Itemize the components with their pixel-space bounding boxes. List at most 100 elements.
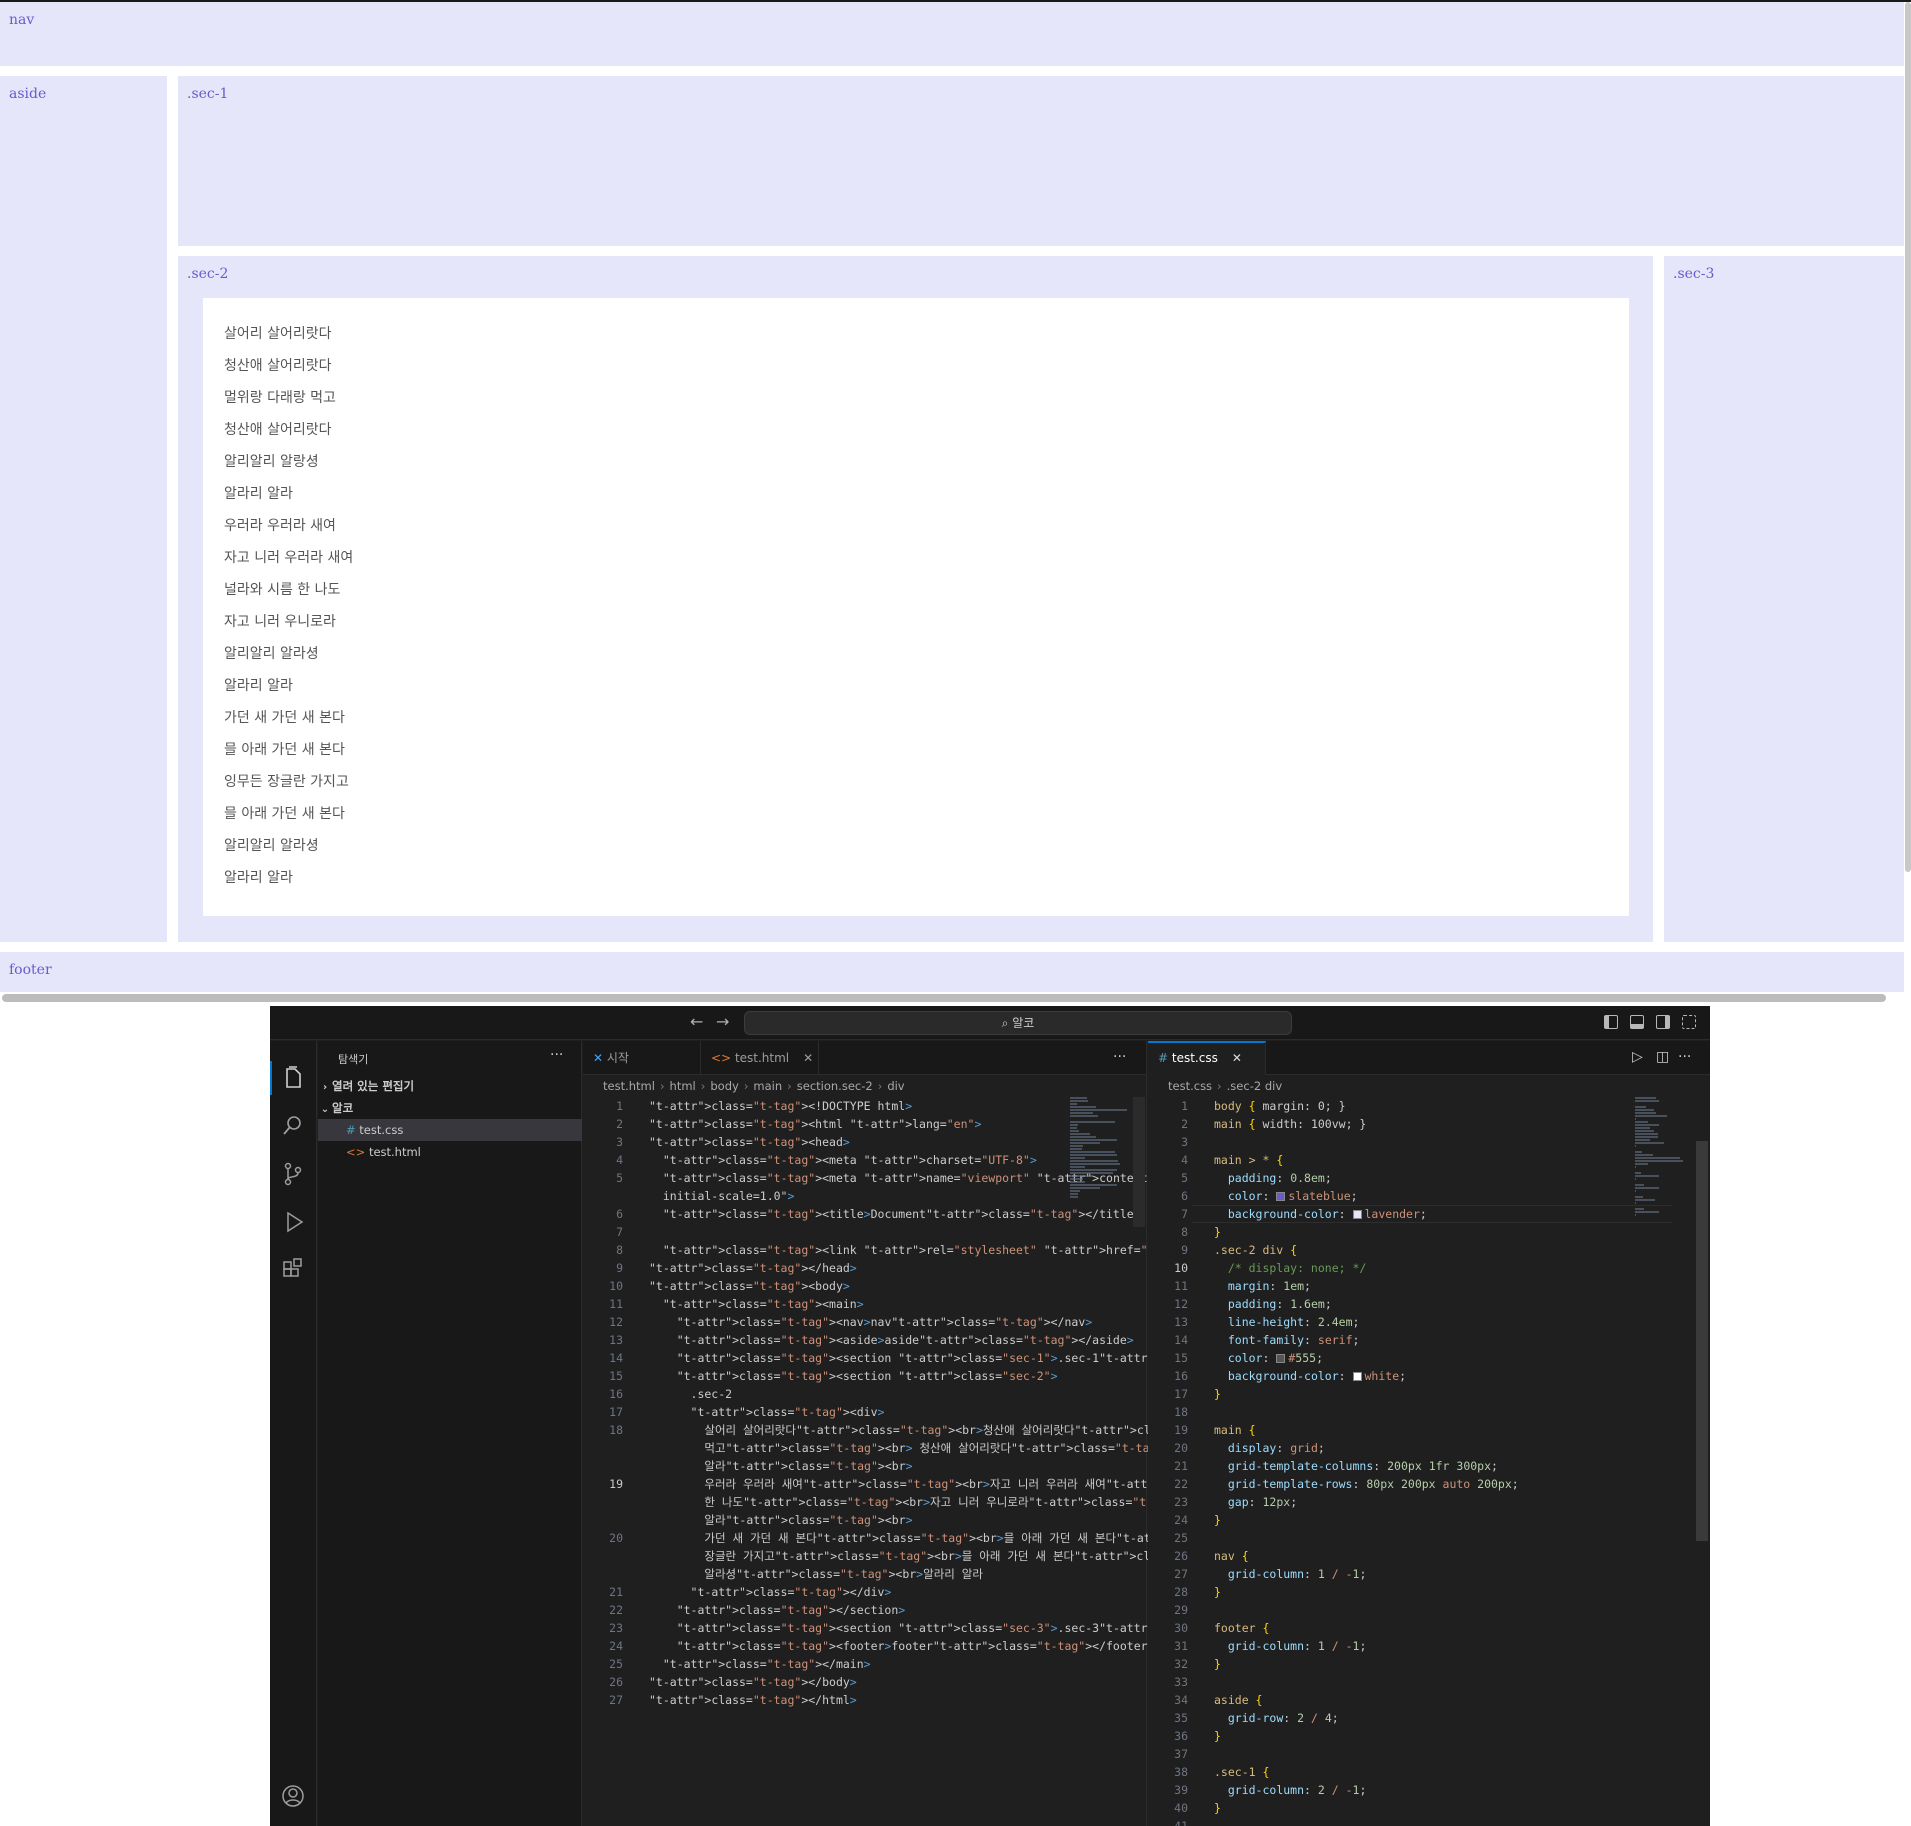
code-line[interactable]: }	[1214, 1727, 1221, 1745]
code-line[interactable]: "t-attr">class="t-tag"><aside>aside"t-at…	[649, 1331, 1134, 1349]
code-line[interactable]: main { width: 100vw; }	[1214, 1115, 1366, 1133]
code-line[interactable]: main > * {	[1214, 1151, 1283, 1169]
command-center-search[interactable]: ⌕ 알코	[744, 1011, 1292, 1035]
code-line[interactable]: font-family: serif;	[1214, 1331, 1360, 1349]
vertical-scrollbar[interactable]	[1905, 2, 1911, 872]
breadcrumb[interactable]: test.css › .sec-2 div	[1148, 1075, 1710, 1097]
more-icon[interactable]: ···	[550, 1047, 563, 1063]
code-line[interactable]: "t-attr">class="t-tag"></head>	[649, 1259, 857, 1277]
code-line[interactable]: aside {	[1214, 1691, 1262, 1709]
tab-welcome[interactable]: ✕ 시작	[583, 1041, 701, 1075]
code-line[interactable]: margin: 1em;	[1214, 1277, 1311, 1295]
code-line[interactable]: line-height: 2.4em;	[1214, 1313, 1360, 1331]
code-line[interactable]: "t-attr">class="t-tag"><head>	[649, 1133, 850, 1151]
code-line[interactable]: gap: 12px;	[1214, 1493, 1297, 1511]
breadcrumb-item[interactable]: html	[670, 1079, 696, 1093]
code-line[interactable]: }	[1214, 1655, 1221, 1673]
code-line[interactable]: 알라셩"t-attr">class="t-tag"><br>알라리 알라	[649, 1565, 983, 1583]
toggle-primary-sidebar-icon[interactable]	[1604, 1015, 1618, 1029]
file-test-html[interactable]: <> test.html	[318, 1141, 582, 1163]
open-editors-section[interactable]: › 열려 있는 편집기	[318, 1075, 582, 1097]
code-line[interactable]: grid-row: 2 / 4;	[1214, 1709, 1339, 1727]
code-line[interactable]: }	[1214, 1385, 1221, 1403]
code-line[interactable]: "t-attr">class="t-tag"></div>	[649, 1583, 892, 1601]
code-line[interactable]: "t-attr">class="t-tag"><title>Document"t…	[649, 1205, 1141, 1223]
customize-layout-icon[interactable]	[1682, 1015, 1696, 1029]
code-line[interactable]: }	[1214, 1511, 1221, 1529]
more-icon[interactable]: ···	[1113, 1049, 1126, 1065]
code-line[interactable]: "t-attr">class="t-tag"></body>	[649, 1673, 857, 1691]
tab-test-html[interactable]: <> test.html ✕	[701, 1041, 819, 1075]
breadcrumb-item[interactable]: main	[753, 1079, 782, 1093]
code-line[interactable]: }	[1214, 1799, 1221, 1817]
code-line[interactable]: initial-scale=1.0">	[649, 1187, 795, 1205]
code-line[interactable]: "t-attr">class="t-tag"></main>	[649, 1655, 871, 1673]
run-debug-icon[interactable]	[278, 1207, 308, 1237]
code-line[interactable]: grid-column: 2 / -1;	[1214, 1781, 1367, 1799]
code-line[interactable]: "t-attr">class="t-tag"><meta "t-attr">ch…	[649, 1151, 1037, 1169]
toggle-secondary-sidebar-icon[interactable]	[1656, 1015, 1670, 1029]
code-line[interactable]: nav {	[1214, 1547, 1249, 1565]
code-line[interactable]: .sec-2 div {	[1214, 1241, 1297, 1259]
code-line[interactable]: main {	[1214, 1421, 1256, 1439]
code-line[interactable]: color: #555;	[1214, 1349, 1323, 1367]
breadcrumb-item[interactable]: .sec-2 div	[1227, 1079, 1282, 1093]
code-line[interactable]: background-color: lavender;	[1214, 1205, 1427, 1223]
code-line[interactable]: "t-attr">class="t-tag"><footer>footer"t-…	[649, 1637, 1155, 1655]
split-editor-icon[interactable]: ◫	[1656, 1049, 1669, 1065]
editor-scrollbar[interactable]	[1696, 1141, 1708, 1541]
code-line[interactable]: grid-template-rows: 80px 200px auto 200p…	[1214, 1475, 1519, 1493]
breadcrumb-item[interactable]: section.sec-2	[797, 1079, 873, 1093]
code-line[interactable]: .sec-1 {	[1214, 1763, 1269, 1781]
code-line[interactable]: /* display: none; */	[1214, 1259, 1366, 1277]
close-icon[interactable]: ✕	[1232, 1051, 1242, 1065]
code-line[interactable]: padding: 0.8em;	[1214, 1169, 1332, 1187]
more-icon[interactable]: ···	[1678, 1049, 1691, 1065]
extensions-icon[interactable]	[278, 1255, 308, 1285]
code-line[interactable]: padding: 1.6em;	[1214, 1295, 1332, 1313]
files-icon[interactable]	[278, 1063, 308, 1093]
breadcrumb-item[interactable]: test.html	[603, 1079, 655, 1093]
code-line[interactable]: grid-column: 1 / -1;	[1214, 1637, 1367, 1655]
run-icon[interactable]: ▷	[1632, 1049, 1643, 1065]
forward-arrow-icon[interactable]: →	[716, 1012, 729, 1031]
search-icon[interactable]	[278, 1111, 308, 1141]
back-arrow-icon[interactable]: ←	[690, 1012, 703, 1031]
code-line[interactable]: "t-attr">class="t-tag"><main>	[649, 1295, 864, 1313]
code-line[interactable]: display: grid;	[1214, 1439, 1325, 1457]
code-line[interactable]: .sec-2	[649, 1385, 733, 1403]
code-line[interactable]: "t-attr">class="t-tag"></html>	[649, 1691, 857, 1709]
code-line[interactable]: "t-attr">class="t-tag"><html "t-attr">la…	[649, 1115, 981, 1133]
code-line[interactable]: "t-attr">class="t-tag"><link "t-attr">re…	[649, 1241, 1217, 1259]
editor-scrollbar[interactable]	[1133, 1097, 1145, 1227]
code-line[interactable]: }	[1214, 1583, 1221, 1601]
breadcrumb-item[interactable]: test.css	[1168, 1079, 1212, 1093]
file-test-css[interactable]: # test.css	[318, 1119, 582, 1141]
code-line[interactable]: "t-attr">class="t-tag"><div>	[649, 1403, 885, 1421]
source-control-icon[interactable]	[278, 1159, 308, 1189]
code-line[interactable]: "t-attr">class="t-tag"><section "t-attr"…	[649, 1367, 1058, 1385]
code-line[interactable]: body { margin: 0; }	[1214, 1097, 1346, 1115]
code-line[interactable]: background-color: white;	[1214, 1367, 1406, 1385]
minimap[interactable]	[1635, 1097, 1695, 1216]
code-line[interactable]: "t-attr">class="t-tag"><body>	[649, 1277, 850, 1295]
code-line[interactable]: 알라"t-attr">class="t-tag"><br>	[649, 1511, 912, 1529]
horizontal-scrollbar[interactable]	[2, 994, 1886, 1002]
code-line[interactable]: "t-attr">class="t-tag"><nav>nav"t-attr">…	[649, 1313, 1092, 1331]
breadcrumb-item[interactable]: div	[887, 1079, 904, 1093]
breadcrumb[interactable]: test.html › html › body › main › section.sec-2 › d…	[583, 1075, 1146, 1097]
tab-test-css[interactable]: # test.css ✕	[1148, 1041, 1266, 1075]
close-icon[interactable]: ✕	[803, 1051, 813, 1065]
minimap[interactable]	[1070, 1097, 1130, 1198]
code-line[interactable]: "t-attr">class="t-tag"></section>	[649, 1601, 906, 1619]
toggle-panel-icon[interactable]	[1630, 1015, 1644, 1029]
folder-section[interactable]: ⌄ 알코	[318, 1097, 582, 1119]
code-line[interactable]: }	[1214, 1223, 1221, 1241]
code-line[interactable]: footer {	[1214, 1619, 1269, 1637]
code-line[interactable]: 알라"t-attr">class="t-tag"><br>	[649, 1457, 912, 1475]
code-line[interactable]: grid-column: 1 / -1;	[1214, 1565, 1367, 1583]
account-icon[interactable]	[278, 1781, 308, 1811]
breadcrumb-item[interactable]: body	[710, 1079, 738, 1093]
code-line[interactable]: color: slateblue;	[1214, 1187, 1358, 1205]
code-line[interactable]: grid-template-columns: 200px 1fr 300px;	[1214, 1457, 1498, 1475]
